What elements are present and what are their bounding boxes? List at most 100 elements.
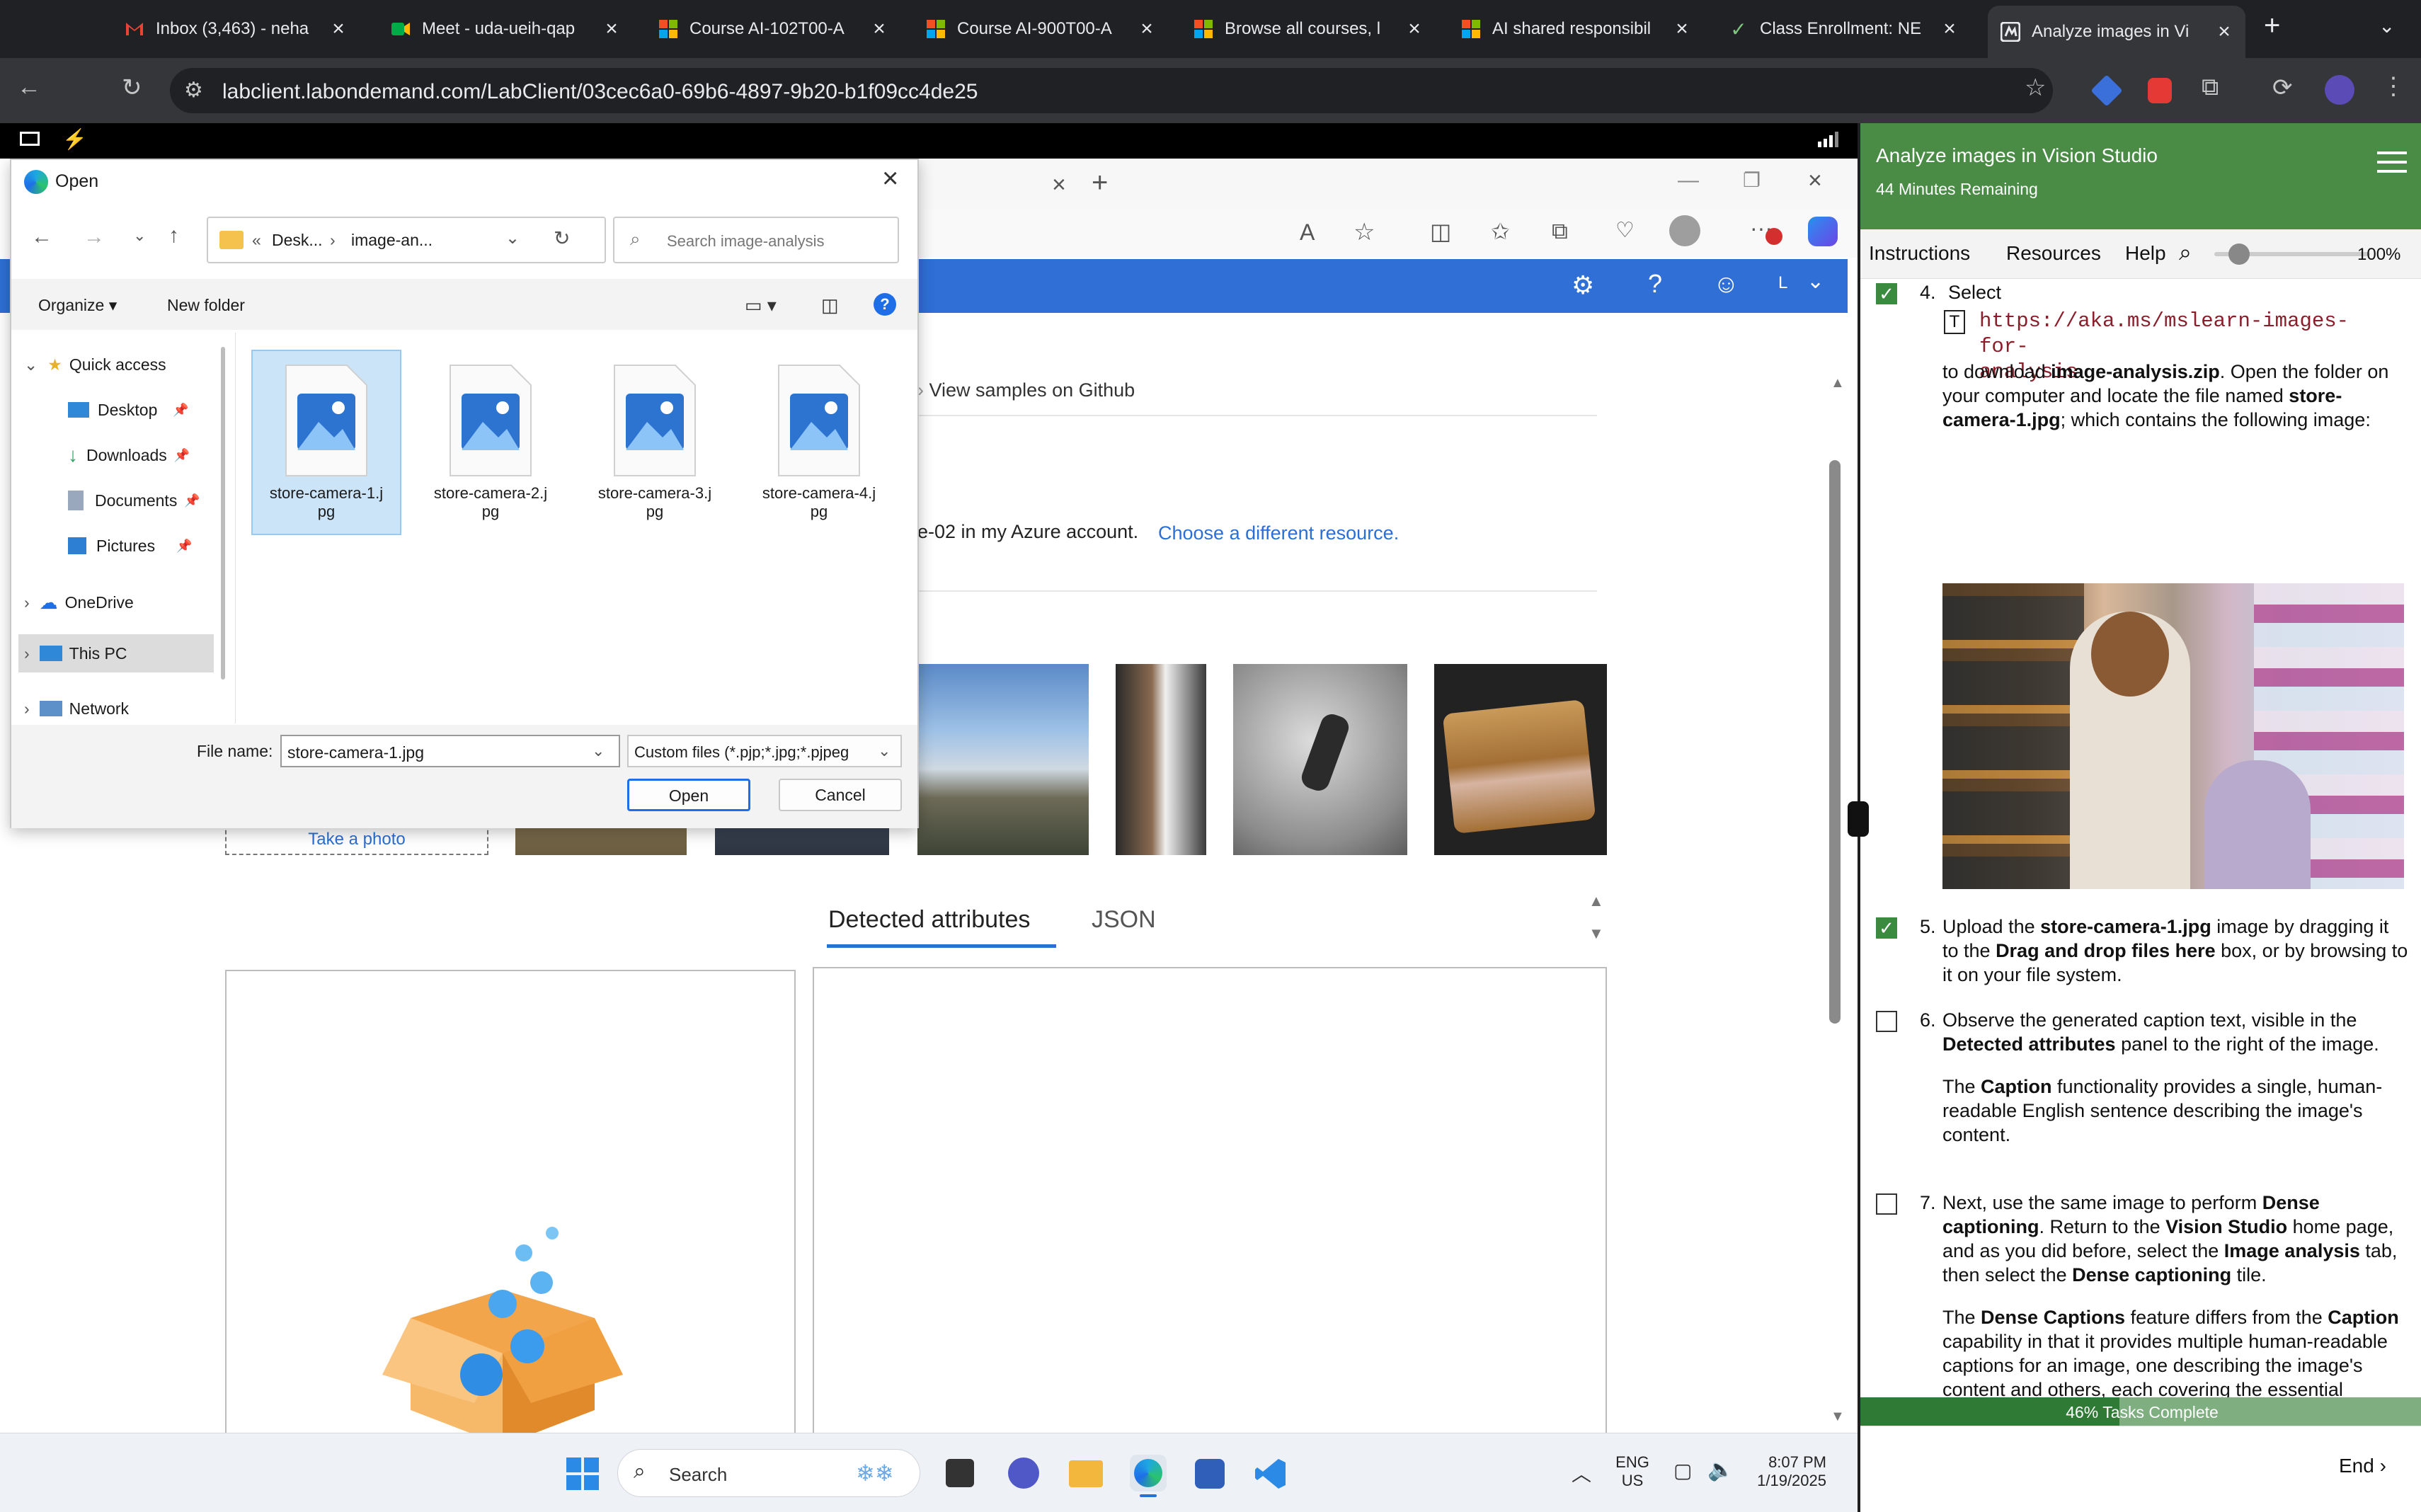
address-bar[interactable]: ⚙ labclient.labondemand.com/LabClient/03… <box>170 68 2053 113</box>
step-6-checkbox[interactable] <box>1876 1011 1897 1032</box>
close-icon[interactable]: × <box>330 17 347 41</box>
file-type-chevron-icon[interactable]: ⌄ <box>878 742 891 760</box>
split-screen-icon[interactable]: ◫ <box>1430 218 1451 245</box>
monitor-icon[interactable] <box>20 132 40 146</box>
volume-icon[interactable]: 🔈 <box>1707 1457 1734 1482</box>
dialog-close-icon[interactable]: × <box>882 163 898 195</box>
clock[interactable]: 8:07 PM 1/19/2025 <box>1751 1453 1826 1490</box>
tab-help[interactable]: Help <box>2125 242 2166 265</box>
site-info-icon[interactable]: ⚙ <box>184 78 203 103</box>
zoom-slider-thumb[interactable] <box>2228 244 2250 265</box>
choose-resource-link[interactable]: Choose a different resource. <box>1158 522 1399 544</box>
lightning-icon[interactable]: ⚡ <box>62 127 87 151</box>
hamburger-menu-icon[interactable] <box>2377 151 2407 173</box>
edge-profile-avatar[interactable] <box>1669 215 1700 246</box>
account-initial[interactable]: L <box>1778 273 1787 293</box>
extension-shield-icon[interactable] <box>2148 78 2172 103</box>
breadcrumb-bar[interactable]: « Desk... › image-an... ⌄ ↻ <box>207 217 606 263</box>
file-explorer-icon[interactable] <box>1069 1460 1103 1487</box>
tab-meet[interactable]: Meet - uda-ueih-qap × <box>378 7 633 51</box>
file-store-camera-1[interactable]: store-camera-1.j pg <box>251 350 401 521</box>
sample-image-sandwich[interactable] <box>1434 664 1607 855</box>
search-icon[interactable]: ⌕ <box>2179 239 2192 266</box>
tab-browse-courses[interactable]: Browse all courses, l × <box>1181 7 1436 51</box>
close-icon[interactable]: × <box>871 17 888 41</box>
scroll-down-icon[interactable]: ▼ <box>1589 924 1604 943</box>
tab-class-enrollment[interactable]: ✓ Class Enrollment: NE × <box>1716 7 1971 51</box>
step-7-checkbox[interactable] <box>1876 1193 1897 1215</box>
close-icon[interactable]: × <box>1406 17 1423 41</box>
tab-course-ai900[interactable]: Course AI-900T00-A × <box>913 7 1168 51</box>
tab-instructions[interactable]: Instructions <box>1869 242 1970 265</box>
nav-this-pc[interactable]: › This PC <box>24 636 127 671</box>
open-button[interactable]: Open <box>627 779 750 811</box>
step-5-checkbox[interactable]: ✓ <box>1876 917 1897 939</box>
file-store-camera-3[interactable]: store-camera-3.j pg <box>580 350 730 521</box>
read-aloud-icon[interactable]: A <box>1300 219 1315 246</box>
performance-heart-icon[interactable]: ♡ <box>1615 218 1635 243</box>
settings-gear-icon[interactable]: ⚙ <box>1572 270 1594 300</box>
taskbar-search[interactable]: ⌕ Search ❄❄ <box>617 1449 920 1497</box>
help-icon[interactable]: ? <box>874 293 896 316</box>
tab-resources[interactable]: Resources <box>2006 242 2101 265</box>
nav-pictures[interactable]: Pictures 📌 <box>68 528 193 563</box>
page-scroll-up-icon[interactable]: ▲ <box>1831 375 1845 391</box>
close-icon[interactable]: × <box>1138 17 1155 41</box>
page-scrollbar-thumb[interactable] <box>1829 460 1841 1024</box>
bookmark-star-icon[interactable]: ☆ <box>2025 74 2046 102</box>
refresh-icon[interactable]: ↻ <box>554 227 570 250</box>
close-tab-icon[interactable]: × <box>1052 171 1066 199</box>
panel-resize-handle[interactable] <box>1848 801 1869 837</box>
back-arrow-icon[interactable]: ← <box>31 225 52 249</box>
store-icon[interactable] <box>1195 1459 1225 1489</box>
view-toggle-icon[interactable]: ▭ ▾ <box>745 294 777 316</box>
edge-taskbar-button[interactable] <box>1130 1455 1167 1497</box>
scroll-up-icon[interactable]: ▲ <box>1589 892 1604 910</box>
nav-onedrive[interactable]: › ☁ OneDrive <box>24 585 134 620</box>
close-icon[interactable]: × <box>1941 17 1958 41</box>
file-type-select[interactable]: Custom files (*.pjp;*.jpg;*.pjpeg ⌄ <box>627 735 902 767</box>
sample-image-skateboard[interactable] <box>1233 664 1407 855</box>
language-indicator[interactable]: ENG US <box>1614 1453 1651 1490</box>
extensions-puzzle-icon[interactable]: ⧉ <box>2202 74 2219 101</box>
file-store-camera-2[interactable]: store-camera-2.j pg <box>416 350 566 521</box>
page-scroll-down-icon[interactable]: ▼ <box>1831 1409 1845 1425</box>
help-question-icon[interactable]: ? <box>1648 269 1662 299</box>
nav-network[interactable]: › Network <box>24 691 129 726</box>
tab-search-chevron-icon[interactable]: ⌄ <box>2379 14 2395 38</box>
step-4-checkbox[interactable]: ✓ <box>1876 283 1897 304</box>
breadcrumb-chevron-icon[interactable]: ⌄ <box>505 228 520 248</box>
copilot-icon[interactable] <box>1808 217 1838 246</box>
type-text-icon[interactable]: T <box>1944 310 1965 334</box>
recent-chevron-icon[interactable]: ⌄ <box>133 227 146 245</box>
file-store-camera-4[interactable]: store-camera-4.j pg <box>744 350 894 521</box>
view-samples-link[interactable]: › View samples on Github <box>917 379 1135 401</box>
new-tab-button[interactable]: + <box>2264 10 2280 42</box>
search-box[interactable]: ⌕ Search image-analysis <box>613 217 899 263</box>
sample-image-baseball[interactable] <box>1116 664 1206 855</box>
file-name-chevron-icon[interactable]: ⌄ <box>592 742 605 760</box>
tab-analyze-images[interactable]: Analyze images in Vi × <box>1988 6 2245 58</box>
menu-kebab-icon[interactable]: ⋮ <box>2381 72 2405 101</box>
preview-pane-icon[interactable]: ◫ <box>821 294 839 316</box>
windows-start-icon[interactable] <box>566 1457 599 1490</box>
collections-icon[interactable]: ⧉ <box>1552 218 1568 245</box>
forward-arrow-icon[interactable]: → <box>84 225 105 249</box>
tab-course-ai102[interactable]: Course AI-102T00-A × <box>646 7 900 51</box>
account-chevron-icon[interactable]: ⌄ <box>1807 269 1824 294</box>
restore-icon[interactable]: ❐ <box>1743 168 1761 192</box>
profile-avatar[interactable] <box>2325 75 2354 105</box>
tab-json[interactable]: JSON <box>1092 906 1156 934</box>
cancel-button[interactable]: Cancel <box>779 779 902 811</box>
vscode-icon[interactable] <box>1254 1457 1287 1490</box>
tab-ai-shared[interactable]: AI shared responsibil × <box>1448 7 1703 51</box>
close-window-icon[interactable]: × <box>1808 167 1822 195</box>
nav-scrollbar[interactable] <box>221 347 225 680</box>
feedback-smiley-icon[interactable]: ☺ <box>1713 269 1739 299</box>
back-icon[interactable]: ← <box>17 74 41 101</box>
end-button[interactable]: End › <box>2339 1455 2386 1477</box>
close-icon[interactable]: × <box>603 17 620 41</box>
show-hidden-icons-chevron[interactable]: ︿ <box>1572 1459 1591 1487</box>
organize-button[interactable]: Organize ▾ <box>38 296 117 315</box>
image-upload-area[interactable] <box>225 970 796 1433</box>
